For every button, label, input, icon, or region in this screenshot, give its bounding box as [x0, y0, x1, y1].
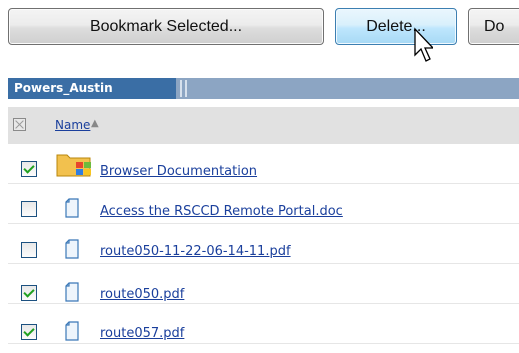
- document-icon: [65, 282, 79, 302]
- bookmark-selected-label: Bookmark Selected...: [89, 17, 243, 35]
- checkmark-icon: [23, 162, 35, 174]
- document-icon: [65, 321, 79, 341]
- checkmark-icon: [23, 325, 35, 337]
- row-checkbox[interactable]: [21, 161, 37, 177]
- document-icon: [65, 198, 79, 218]
- bookmark-selected-button[interactable]: Bookmark Selected...: [8, 8, 324, 45]
- delete-button[interactable]: Delete...: [335, 8, 457, 45]
- row-checkbox[interactable]: [21, 201, 37, 217]
- file-link[interactable]: route050-11-22-06-14-11.pdf: [100, 244, 291, 259]
- partial-toolbar-label: Do: [484, 17, 505, 35]
- tab-label: Powers_Austin: [14, 81, 113, 95]
- select-all-checkbox[interactable]: [13, 118, 26, 131]
- tab-divider: [185, 80, 187, 97]
- table-row: [8, 304, 519, 344]
- folder-tab-bar: Powers_Austin: [8, 78, 519, 99]
- mouse-pointer-icon: [414, 27, 433, 62]
- file-link[interactable]: Browser Documentation: [100, 164, 257, 179]
- checkmark-icon: [23, 286, 35, 298]
- file-link[interactable]: Access the RSCCD Remote Portal.doc: [100, 204, 343, 219]
- file-link[interactable]: route050.pdf: [100, 287, 184, 302]
- table-row: [8, 264, 519, 304]
- file-link[interactable]: route057.pdf: [100, 326, 184, 341]
- partial-toolbar-button[interactable]: Do: [468, 8, 519, 45]
- tab-divider: [180, 80, 182, 97]
- sort-ascending-icon: ▲: [91, 118, 99, 129]
- folder-icon: [56, 154, 91, 177]
- name-column-header[interactable]: Name: [55, 118, 90, 132]
- row-checkbox[interactable]: [21, 285, 37, 301]
- row-checkbox[interactable]: [21, 242, 37, 258]
- tab-powers-austin[interactable]: Powers_Austin: [8, 78, 176, 99]
- document-icon: [65, 239, 79, 259]
- row-checkbox[interactable]: [21, 324, 37, 340]
